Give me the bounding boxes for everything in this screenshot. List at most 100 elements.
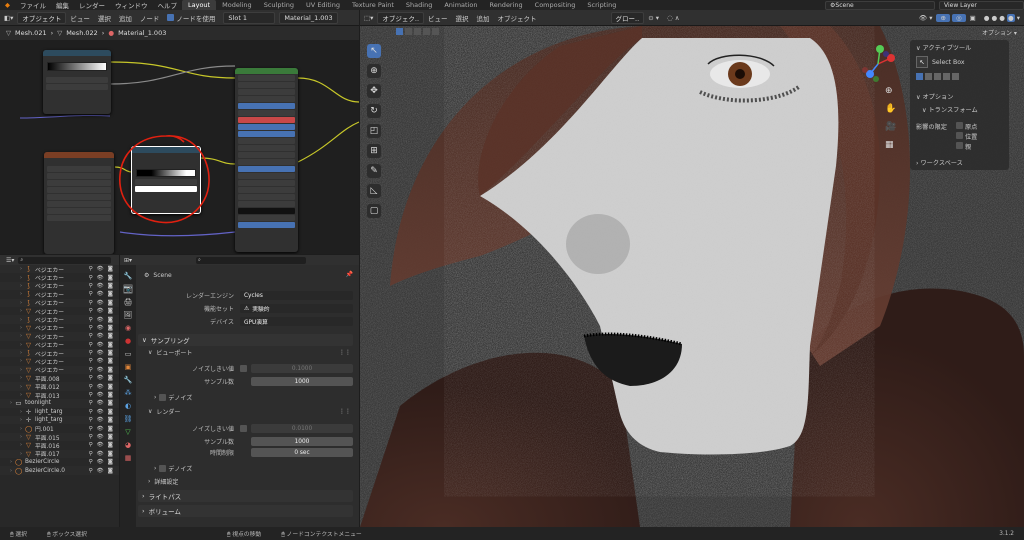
tab-compositing[interactable]: Compositing — [529, 0, 582, 10]
outliner-item[interactable]: › ✛ light_targ ⚲ 👁 ◙ — [0, 408, 119, 416]
object-tab-icon[interactable]: ▣ — [123, 362, 133, 372]
gizmo-toggle-icon[interactable]: ⊕ — [936, 13, 950, 22]
position-checkbox[interactable] — [956, 132, 963, 139]
vp-menu-view[interactable]: ビュー — [424, 13, 452, 23]
camera-icon[interactable]: ◙ — [108, 375, 113, 381]
drag-handle-icon[interactable]: ⋮⋮ — [339, 349, 351, 356]
select-intersect-icon[interactable] — [432, 28, 439, 35]
camera-icon[interactable]: ◙ — [108, 317, 113, 323]
filter-icon[interactable]: ⚲ — [89, 417, 93, 423]
camera-icon[interactable]: ◙ — [108, 409, 113, 415]
eye-icon[interactable]: 👁 — [97, 333, 104, 339]
tab-animation[interactable]: Animation — [438, 0, 483, 10]
denoise-checkbox[interactable] — [159, 394, 167, 401]
particles-tab-icon[interactable]: ⁂ — [123, 388, 133, 398]
filter-icon[interactable]: ⚲ — [89, 451, 93, 457]
filter-icon[interactable]: ⚲ — [89, 392, 93, 398]
vp-menu-object[interactable]: オブジェクト — [494, 13, 541, 23]
tab-sculpting[interactable]: Sculpting — [258, 0, 300, 10]
camera-icon[interactable]: ◙ — [108, 325, 113, 331]
tab-rendering[interactable]: Rendering — [483, 0, 528, 10]
filter-icon[interactable]: ⚲ — [89, 266, 93, 272]
navigation-gizmo[interactable] — [858, 44, 898, 84]
move-tool-icon[interactable]: ✥ — [367, 84, 381, 98]
volumes-panel-header[interactable]: › ボリューム — [138, 505, 353, 517]
noise-threshold-checkbox[interactable] — [240, 365, 247, 372]
camera-icon[interactable]: ◙ — [108, 417, 113, 423]
material-dropdown[interactable]: Material_1.003 — [279, 11, 338, 24]
view-layer-selector[interactable]: View Layer — [939, 0, 1024, 10]
zoom-icon[interactable]: ⊕ — [885, 86, 896, 96]
scale-tool-icon[interactable]: ◰ — [367, 124, 381, 138]
transform-orientation-dropdown[interactable]: グロー.. — [610, 11, 645, 24]
render-denoise-header[interactable]: › デノイズ — [154, 463, 192, 474]
filter-icon[interactable]: ⚲ — [89, 317, 93, 323]
mapping-node[interactable] — [44, 152, 114, 254]
viewport-denoise-header[interactable]: › デノイズ — [154, 392, 192, 403]
blender-logo-icon[interactable]: ◆ — [0, 1, 15, 9]
tab-scripting[interactable]: Scripting — [581, 0, 622, 10]
shading-mode-icons[interactable]: ● ● ● ● ▾ — [980, 13, 1024, 22]
scene-selector[interactable]: ⚙ Scene — [825, 0, 935, 10]
viewport-editor-type-icon[interactable]: ⬚▾ — [360, 14, 377, 22]
outliner-item[interactable]: › ✛ light_targ ⚲ 👁 ◙ — [0, 416, 119, 425]
tab-uv-editing[interactable]: UV Editing — [300, 0, 346, 10]
snap-icon[interactable]: ⊙ ▾ — [644, 14, 663, 22]
advanced-subpanel-header[interactable]: › 詳細設定 — [148, 476, 178, 487]
constraints-tab-icon[interactable]: ⛓ — [123, 414, 133, 424]
overlay-toggle-icon[interactable]: ◎ — [951, 13, 966, 22]
visibility-icon[interactable]: 👁 ▾ — [915, 14, 937, 22]
eye-icon[interactable]: 👁 — [97, 400, 104, 406]
color-ramp-gradient[interactable] — [47, 62, 107, 71]
eye-icon[interactable]: 👁 — [97, 451, 104, 457]
color-ramp-node-top[interactable] — [43, 50, 111, 114]
annotate-tool-icon[interactable]: ✎ — [367, 164, 381, 178]
menu-edit[interactable]: 編集 — [51, 0, 74, 10]
node-menu-add[interactable]: 追加 — [115, 13, 136, 23]
eye-icon[interactable]: 👁 — [97, 275, 104, 281]
outliner-item[interactable]: › ▽ 平面.017 ⚲ 👁 ◙ — [0, 449, 119, 458]
transform-tool-icon[interactable]: ⊞ — [367, 144, 381, 158]
node-editor[interactable]: ▽ Mesh.021 › ▽ Mesh.022 › ● Material_1.003 — [0, 26, 359, 254]
workspace-header[interactable]: › ワークスペース — [916, 158, 963, 167]
position-option[interactable]: 位置 — [956, 132, 977, 141]
editor-type-icon[interactable]: ◧▾ — [0, 14, 17, 22]
camera-icon[interactable]: ◙ — [108, 283, 113, 289]
camera-icon[interactable]: ◙ — [108, 291, 113, 297]
properties-search-field[interactable]: ⌕ — [196, 256, 307, 264]
filter-icon[interactable]: ⚲ — [89, 308, 93, 314]
eye-icon[interactable]: 👁 — [97, 325, 104, 331]
mode-dropdown[interactable]: オブジェク.. — [377, 11, 425, 24]
render-noise-threshold-field[interactable]: 0.0100 — [251, 424, 353, 433]
eye-icon[interactable]: 👁 — [97, 434, 104, 440]
scene-tab-icon[interactable]: ◉ — [123, 323, 133, 333]
filter-icon[interactable]: ⚲ — [89, 468, 93, 474]
outliner-item[interactable]: › ▭ toonlight ⚲ 👁 ◙ — [0, 399, 119, 408]
tool-settings-tab-icon[interactable]: 🔧 — [123, 271, 133, 281]
camera-icon[interactable]: ◙ — [108, 367, 113, 373]
outliner-item[interactable]: › ▽ 平面.013 ⚲ 👁 ◙ — [0, 391, 119, 400]
select-box-tool-icon[interactable]: ↖ — [367, 44, 381, 58]
vp-menu-select[interactable]: 選択 — [452, 13, 473, 23]
camera-icon[interactable]: ◙ — [108, 275, 113, 281]
view-layer-tab-icon[interactable]: 🖼 — [123, 310, 133, 320]
tab-modeling[interactable]: Modeling — [216, 0, 258, 10]
origin-option[interactable]: 原点 — [956, 122, 977, 131]
options-header[interactable]: ∨ オプション — [916, 92, 953, 101]
camera-icon[interactable]: ◙ — [108, 400, 113, 406]
xray-icon[interactable]: ▣ — [966, 14, 980, 22]
pin-icon[interactable]: 📌 — [346, 271, 353, 278]
eye-icon[interactable]: 👁 — [97, 317, 104, 323]
filter-icon[interactable]: ⚲ — [89, 275, 93, 281]
menu-help[interactable]: ヘルプ — [153, 0, 183, 10]
world-tab-icon[interactable]: ● — [123, 336, 133, 346]
filter-icon[interactable]: ⚲ — [89, 283, 93, 289]
eye-icon[interactable]: 👁 — [97, 392, 104, 398]
parent-option[interactable]: 親 — [956, 142, 971, 151]
select-mode-row[interactable] — [916, 73, 959, 80]
collection-tab-icon[interactable]: ▭ — [123, 349, 133, 359]
filter-icon[interactable]: ⚲ — [89, 367, 93, 373]
eye-icon[interactable]: 👁 — [97, 308, 104, 314]
eye-icon[interactable]: 👁 — [97, 266, 104, 272]
eye-icon[interactable]: 👁 — [97, 291, 104, 297]
